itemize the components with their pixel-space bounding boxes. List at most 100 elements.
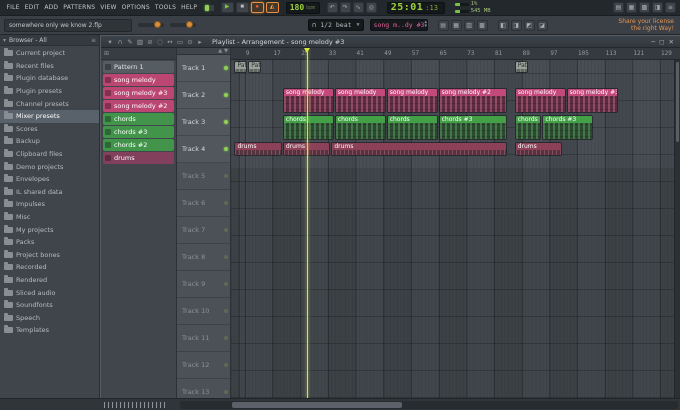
playlist-clip[interactable]: song melody #2 [438,88,507,113]
playlist-clip[interactable]: song melody [386,88,438,113]
timeline-ruler[interactable]: 9 17 25 33 41 49 57 65 73 81 89 97 105 113 121 129 [231,48,680,60]
menu-item[interactable]: TOOLS [152,4,178,11]
playlist-clip[interactable]: chords [386,115,438,140]
playlist-grid[interactable]: Pat..n 1Pat..n 1Pat..n 1song melodysong … [231,60,680,398]
browser-window-icon[interactable]: ◨ [652,2,663,13]
chords #3[interactable]: chords #3 [103,126,174,138]
playlist-clip[interactable]: chords [282,115,334,140]
undo-icon[interactable]: ↶ [326,2,338,13]
browser-item[interactable]: Rendered [0,274,99,287]
chords #2[interactable]: chords #2 [103,139,174,151]
playlist-clip[interactable]: Pat..n 1 [514,61,528,73]
slip-icon[interactable]: ↔ [165,37,175,47]
piano-roll-window-icon[interactable]: ▦ [626,2,637,13]
track-led[interactable] [224,120,228,124]
browser-item[interactable]: Plugin database [0,72,99,85]
playlist-clip[interactable]: Pat..n 1 [234,61,248,73]
browser-item[interactable]: Misc [0,211,99,224]
browser-item[interactable]: Demo projects [0,160,99,173]
menu-item[interactable]: OPTIONS [119,4,152,11]
magnet-icon[interactable]: ∩ [115,37,125,47]
playlist-titlebar[interactable]: ▾ ∩ ✎ ▧ ⊘ ◌ ↔ ▭ ⊙ ▸ Playlist - Arrangement - song… [101,36,680,48]
stop-button[interactable]: ■ [235,2,249,13]
browser-toggle-icon[interactable]: ◧ [497,19,509,31]
main-volume-slider[interactable] [138,21,164,28]
horizontal-scrollbar[interactable] [180,401,678,409]
track-led[interactable] [224,66,228,70]
vertical-scrollbar[interactable] [674,60,680,398]
playlist-clip[interactable]: chords [334,115,386,140]
help-toggle-icon[interactable]: ◪ [536,19,548,31]
drums[interactable]: drums [103,152,174,164]
track-led[interactable] [224,309,228,313]
select-icon[interactable]: ▭ [175,37,185,47]
track-header[interactable]: Track 9 [177,271,230,298]
pattern-spinner[interactable]: ▲ ▼ [424,20,427,29]
piano-roll-toggle-icon[interactable]: ▦ [450,19,462,31]
collapse-icon[interactable]: ▾ [3,37,6,44]
browser-sort-icon[interactable]: ≡ [91,37,96,44]
menu-item[interactable]: ADD [42,4,61,11]
browser-item[interactable]: Backup [0,135,99,148]
playlist-clip[interactable]: drums [331,142,507,156]
chords[interactable]: chords [103,113,174,125]
main-pitch-slider[interactable] [170,21,196,28]
browser-item[interactable]: Envelopes [0,173,99,186]
track-led[interactable] [224,93,228,97]
vertical-scroll-thumb[interactable] [676,62,679,142]
delete-icon[interactable]: ⊘ [145,37,155,47]
menu-item[interactable]: HELP [179,4,200,11]
song melody #2[interactable]: song melody #2 [103,100,174,112]
menu-item[interactable]: EDIT [22,4,42,11]
track-led[interactable] [224,174,228,178]
mixer-toggle-icon[interactable]: ▩ [476,19,488,31]
playlist-clip[interactable]: chords #3 [438,115,507,140]
track-header[interactable]: Track 3 [177,109,230,136]
track-header[interactable]: Track 11 [177,325,230,352]
pat-song-switch[interactable] [204,4,214,11]
target-icon[interactable]: ◎ [365,2,377,13]
redo-icon[interactable]: ↷ [339,2,351,13]
playback-icon[interactable]: ▸ [195,37,205,47]
channel-rack-toggle-icon[interactable]: ▥ [463,19,475,31]
browser-item[interactable]: Channel presets [0,97,99,110]
close-icon[interactable]: ✕ [669,37,674,47]
playlist-clip[interactable]: chords #3 [542,115,594,140]
track-led[interactable] [224,201,228,205]
browser-item[interactable]: Templates [0,324,99,337]
browser-item[interactable]: Plugin presets [0,85,99,98]
track-led[interactable] [224,363,228,367]
pulldown-menu-icon[interactable]: ▾ [105,37,115,47]
menu-lines-icon[interactable]: ≡ [665,2,676,13]
playlist-toggle-icon[interactable]: ▤ [437,19,449,31]
track-header[interactable]: Track 8 [177,244,230,271]
track-header[interactable]: Track 1 [177,55,230,82]
browser-item[interactable]: Speech [0,311,99,324]
pitch-knob[interactable] [185,21,193,28]
browser-item[interactable]: Soundfonts [0,299,99,312]
browser-item[interactable]: Recorded [0,261,99,274]
zoom-icon[interactable]: ⊙ [185,37,195,47]
pencil-icon[interactable]: ✎ [125,37,135,47]
playlist-clip[interactable]: song melody #3 [566,88,618,113]
track-header[interactable]: Track 6 [177,190,230,217]
browser-item[interactable]: My projects [0,223,99,236]
browser-item[interactable]: Clipboard files [0,148,99,161]
browser-item[interactable]: Sliced audio [0,286,99,299]
track-header[interactable]: Track 2 [177,82,230,109]
playlist-clip[interactable]: song melody [334,88,386,113]
pattern-selector[interactable]: song m..dy #3 ▲ ▼ [369,19,428,31]
tiny-up-icon[interactable]: ▲ [218,48,222,54]
spinner-down-icon[interactable]: ▼ [424,24,427,29]
play-button[interactable]: ▶ [220,2,234,13]
track-led[interactable] [224,390,228,394]
time-display[interactable]: 25:01 :13 [386,1,445,14]
song melody #3[interactable]: song melody #3 [103,87,174,99]
mixer-window-icon[interactable]: ▩ [639,2,650,13]
browser-item[interactable]: IL shared data [0,186,99,199]
wave-icon[interactable]: ∿ [352,2,364,13]
horizontal-scroll-thumb[interactable] [232,402,402,408]
playlist-clip[interactable]: Pat..n 1 [248,61,262,73]
track-led[interactable] [224,228,228,232]
browser-item[interactable]: Impulses [0,198,99,211]
